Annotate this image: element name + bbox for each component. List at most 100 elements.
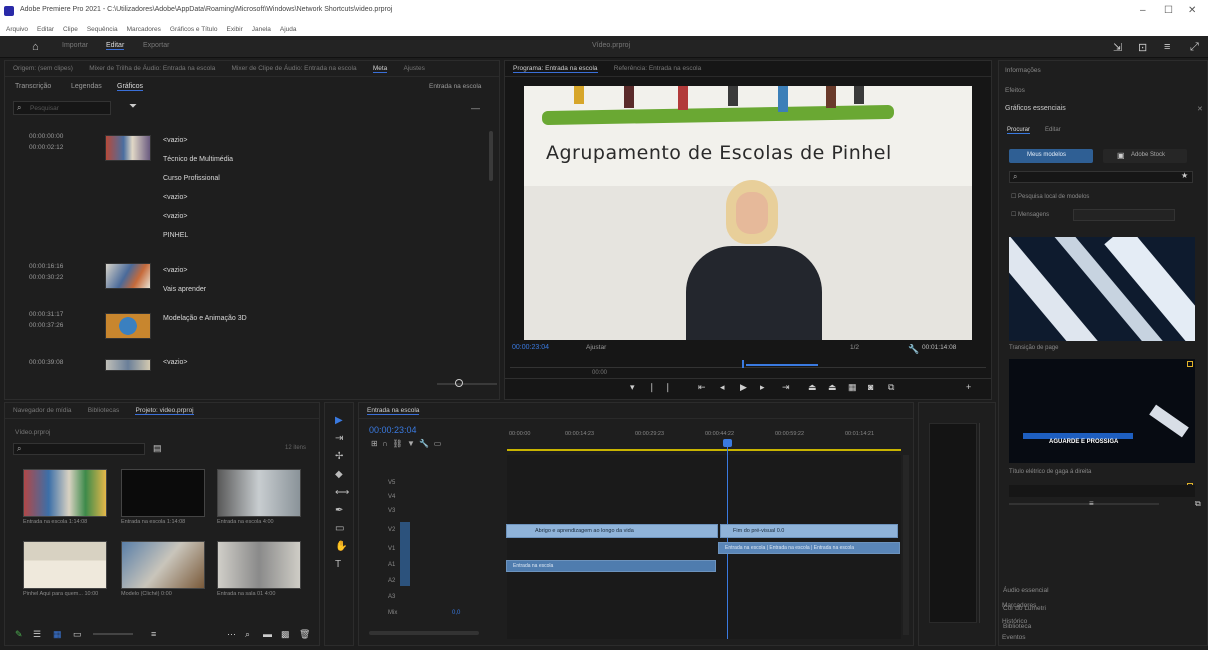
caption-entry[interactable]: 00:00:39:08 <vazio> — [11, 357, 491, 379]
menu-exibir[interactable]: Exibir — [226, 26, 242, 33]
monitor-work-area[interactable] — [746, 364, 818, 366]
list-view-icon[interactable]: ☰ — [33, 629, 41, 640]
captions-icon[interactable]: ▭ — [434, 439, 442, 448]
minimize-button[interactable]: – — [1140, 5, 1146, 16]
safe-margins-button[interactable]: ▦ — [848, 382, 857, 393]
project-item-thumb[interactable] — [23, 469, 107, 517]
menu-sequencia[interactable]: Sequência — [87, 26, 118, 33]
caption-entry[interactable]: 00:00:00:00 00:00:02:12 <vazio> Técnico d… — [11, 131, 491, 251]
menu-clipe[interactable]: Clipe — [63, 26, 78, 33]
menu-graficos[interactable]: Gráficos e Título — [170, 26, 218, 33]
track-mix[interactable]: Mix — [388, 610, 397, 616]
linked-selection-icon[interactable]: ⛓ — [392, 439, 402, 448]
tab-media-browser[interactable]: Navegador de mídia — [13, 407, 72, 414]
sort-icon[interactable]: ≡ — [151, 629, 156, 639]
snap-icon[interactable]: ∩ — [382, 439, 388, 448]
audio-clip[interactable]: Entrada na escola — [506, 560, 716, 572]
freeform-view-icon[interactable]: ▭ — [73, 629, 82, 640]
list-view-icon[interactable]: ≡ — [1089, 499, 1094, 508]
step-forward-button[interactable]: ▸ — [760, 382, 765, 393]
ripple-edit-icon[interactable]: ✢ — [335, 451, 343, 462]
tab-reference[interactable]: Referência: Entrada na escola — [614, 65, 701, 72]
close-button[interactable]: ✕ — [1188, 5, 1196, 16]
video-clip[interactable]: Fim do pré-visual 0.0 — [720, 524, 898, 538]
monitor-playhead[interactable] — [742, 360, 744, 368]
adobe-stock-button[interactable]: ▣ Adobe Stock — [1103, 149, 1187, 163]
monitor-time-ruler[interactable] — [510, 360, 986, 368]
timeline-ruler[interactable]: 00:00:00 00:00:14:23 00:00:29:23 00:00:4… — [507, 431, 903, 451]
local-templates-checkbox[interactable]: ☐ Pesquisa local de modelos — [1011, 193, 1089, 200]
timeline-playhead[interactable] — [727, 439, 728, 639]
tab-program[interactable]: Programa: Entrada na escola — [513, 65, 598, 73]
tab-sequence[interactable]: Entrada na escola — [367, 407, 420, 415]
tab-browse[interactable]: Procurar — [1007, 127, 1031, 134]
star-icon[interactable]: ★ — [1181, 171, 1188, 180]
track-select-icon[interactable]: ⇥ — [335, 433, 343, 444]
tab-adjustments[interactable]: Ajustes — [404, 65, 425, 72]
extract-button[interactable]: ⏏ — [828, 382, 837, 393]
automate-icon[interactable]: ⋯ — [227, 629, 236, 640]
maximize-button[interactable]: ☐ — [1164, 5, 1173, 16]
workspaces-menu-icon[interactable]: ≡ — [1164, 41, 1170, 53]
program-timecode[interactable]: 00:00:23:04 — [512, 344, 549, 351]
messages-dropdown[interactable] — [1073, 209, 1175, 221]
panel-history[interactable]: Histórico — [1002, 618, 1027, 625]
tab-audio-track-mixer[interactable]: Mixer de Trilha de Áudio: Entrada na esc… — [89, 65, 215, 72]
tab-exportar[interactable]: Exportar — [143, 42, 169, 49]
timeline-timecode[interactable]: 00:00:23:04 — [369, 425, 417, 435]
panel-close-icon[interactable]: ✕ — [1197, 105, 1203, 113]
button-editor-icon[interactable]: + — [966, 382, 971, 392]
hand-tool-icon[interactable]: ✋ — [335, 541, 347, 552]
timeline-vscroll[interactable] — [903, 455, 909, 635]
filter-icon[interactable]: ⏷ — [129, 101, 137, 112]
track-v3[interactable]: V3 — [388, 508, 395, 514]
thumb-size-slider[interactable] — [1009, 503, 1159, 505]
project-item-thumb[interactable] — [121, 541, 205, 589]
zoom-slider-track[interactable] — [437, 383, 497, 385]
track-v5[interactable]: V5 — [388, 480, 395, 486]
icon-view-icon[interactable]: ▦ — [53, 629, 62, 640]
selection-tool-icon[interactable]: ▶ — [335, 415, 343, 426]
track-v1[interactable]: V1 — [388, 546, 395, 552]
tab-libraries[interactable]: Bibliotecas — [88, 407, 119, 414]
panel-essential-audio[interactable]: Áudio essencial — [1003, 587, 1049, 594]
search-input[interactable]: ⌕ Pesquisar — [13, 101, 111, 115]
mark-out-button[interactable]: ❘ — [664, 382, 672, 393]
project-search-input[interactable]: ⌕ — [13, 443, 145, 455]
tab-editar[interactable]: Editar — [106, 42, 125, 50]
effects-tab[interactable]: Efeitos — [1005, 87, 1025, 94]
project-item-thumb[interactable] — [217, 469, 301, 517]
thumb-size-slider[interactable] — [93, 633, 133, 635]
type-tool-icon[interactable]: T — [335, 559, 341, 570]
new-bin-icon[interactable]: ▤ — [153, 443, 162, 454]
play-button[interactable]: ▶ — [740, 382, 747, 393]
caption-entry[interactable]: 00:00:31:17 00:00:37:26 Modelação e Anima… — [11, 309, 491, 349]
panel-menu-icon[interactable]: — — [471, 103, 480, 113]
new-item-icon[interactable]: ▩ — [281, 629, 290, 640]
menu-janela[interactable]: Janela — [252, 26, 271, 33]
info-tab[interactable]: Informações — [1005, 67, 1041, 74]
fullscreen-icon[interactable]: ⤢ — [1190, 41, 1199, 54]
track-a2[interactable]: A2 — [388, 578, 395, 584]
tab-importar[interactable]: Importar — [62, 42, 88, 49]
subtab-transcription[interactable]: Transcrição — [15, 83, 51, 90]
track-a1[interactable]: A1 — [388, 562, 395, 568]
messages-checkbox[interactable]: ☐ Mensagens — [1011, 211, 1049, 218]
share-icon[interactable]: ⊡ — [1138, 41, 1147, 54]
zoom-slider-handle[interactable] — [455, 379, 463, 387]
new-bin-icon[interactable]: ▬ — [263, 629, 272, 639]
lift-button[interactable]: ⏏ — [808, 382, 817, 393]
scrollbar[interactable] — [489, 131, 493, 181]
track-a3[interactable]: A3 — [388, 594, 395, 600]
step-back-button[interactable]: ◂ — [720, 382, 725, 393]
template-thumbnail-transition[interactable] — [1009, 237, 1195, 341]
tab-text[interactable]: Meta — [372, 65, 388, 73]
pen-tool-icon[interactable]: ✒ — [335, 505, 343, 516]
fit-dropdown[interactable]: Ajustar — [586, 344, 606, 351]
work-area-bar[interactable] — [507, 449, 901, 451]
menu-ajuda[interactable]: Ajuda — [280, 26, 297, 33]
panel-markers[interactable]: Marcadores — [1002, 602, 1036, 609]
subtab-graphics[interactable]: Gráficos — [117, 83, 144, 91]
subtab-captions[interactable]: Legendas — [71, 83, 102, 90]
project-item-thumb[interactable] — [121, 469, 205, 517]
